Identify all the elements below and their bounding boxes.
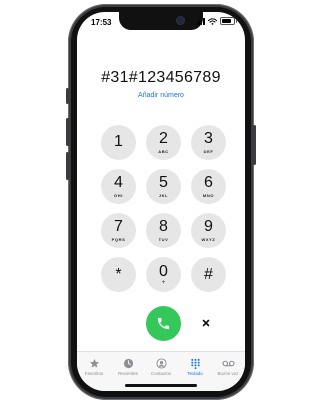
phone-screen: 17:53 #31#123456789 Añadir número 1 2 AB… — [77, 12, 245, 391]
key-digit: 6 — [204, 174, 213, 191]
volume-up-button — [66, 118, 69, 146]
delete-button[interactable] — [199, 316, 213, 330]
key-digit: 4 — [114, 174, 123, 191]
key-star[interactable]: * — [101, 257, 136, 292]
tab-label: Contactos — [150, 371, 172, 376]
key-plus: + — [161, 279, 166, 286]
key-letters: WXYZ — [201, 237, 216, 242]
call-button[interactable] — [146, 306, 181, 341]
key-digit: 7 — [114, 218, 123, 235]
key-digit: * — [115, 265, 122, 283]
tab-label: Favoritos — [84, 371, 104, 376]
notch — [119, 12, 203, 30]
phone-icon — [157, 317, 170, 330]
star-icon — [89, 358, 99, 368]
signal-icon — [195, 18, 205, 25]
key-digit: # — [204, 265, 213, 283]
key-digit: 3 — [204, 130, 213, 147]
camera-icon — [177, 17, 184, 24]
key-8[interactable]: 8 TUV — [146, 213, 181, 248]
key-digit: 1 — [114, 132, 123, 150]
key-7[interactable]: 7 PQRS — [101, 213, 136, 248]
key-digit: 2 — [159, 130, 168, 147]
tab-label: Buzón voz — [217, 371, 239, 376]
power-button — [253, 125, 256, 165]
key-letters: GHI — [114, 193, 123, 198]
key-letters: PQRS — [111, 237, 126, 242]
key-letters: MNO — [202, 193, 215, 198]
key-digit: 0 — [159, 262, 168, 280]
tab-favoritos[interactable]: Favoritos — [77, 358, 111, 376]
key-letters: JKL — [158, 193, 169, 198]
key-digit: 5 — [159, 174, 168, 191]
tab-teclado[interactable]: Teclado — [178, 358, 212, 376]
mute-switch — [66, 88, 69, 104]
tab-label: Recientes — [117, 371, 138, 376]
volume-down-button — [66, 152, 69, 180]
key-hash[interactable]: # — [191, 257, 226, 292]
clock-icon — [123, 358, 133, 369]
delete-icon — [202, 319, 210, 327]
tab-label: Teclado — [187, 371, 203, 376]
key-0[interactable]: 0 + — [146, 257, 181, 292]
key-2[interactable]: 2 ABC — [146, 125, 181, 160]
key-digit: 8 — [159, 218, 168, 235]
status-time: 17:53 — [91, 18, 112, 27]
key-5[interactable]: 5 JKL — [146, 169, 181, 204]
tab-buzon-voz[interactable]: Buzón voz — [211, 358, 245, 376]
key-6[interactable]: 6 MNO — [191, 169, 226, 204]
dialed-number: #31#123456789 — [101, 69, 221, 86]
key-3[interactable]: 3 DEF — [191, 125, 226, 160]
voicemail-icon — [221, 360, 235, 367]
key-letters: TUV — [158, 237, 169, 242]
home-indicator — [125, 384, 197, 387]
key-letters: ABC — [158, 149, 169, 154]
tab-recientes[interactable]: Recientes — [111, 358, 145, 376]
key-digit: 9 — [204, 218, 213, 235]
tab-contactos[interactable]: Contactos — [144, 358, 178, 376]
status-icons — [195, 17, 237, 25]
key-4[interactable]: 4 GHI — [101, 169, 136, 204]
add-number-link[interactable]: Añadir número — [77, 92, 245, 99]
person-icon — [155, 358, 167, 369]
wifi-icon — [208, 17, 217, 25]
key-letters: DEF — [203, 149, 214, 154]
key-1[interactable]: 1 — [101, 125, 136, 160]
battery-icon — [220, 17, 237, 25]
key-9[interactable]: 9 WXYZ — [191, 213, 226, 248]
keypad-icon — [190, 358, 200, 369]
